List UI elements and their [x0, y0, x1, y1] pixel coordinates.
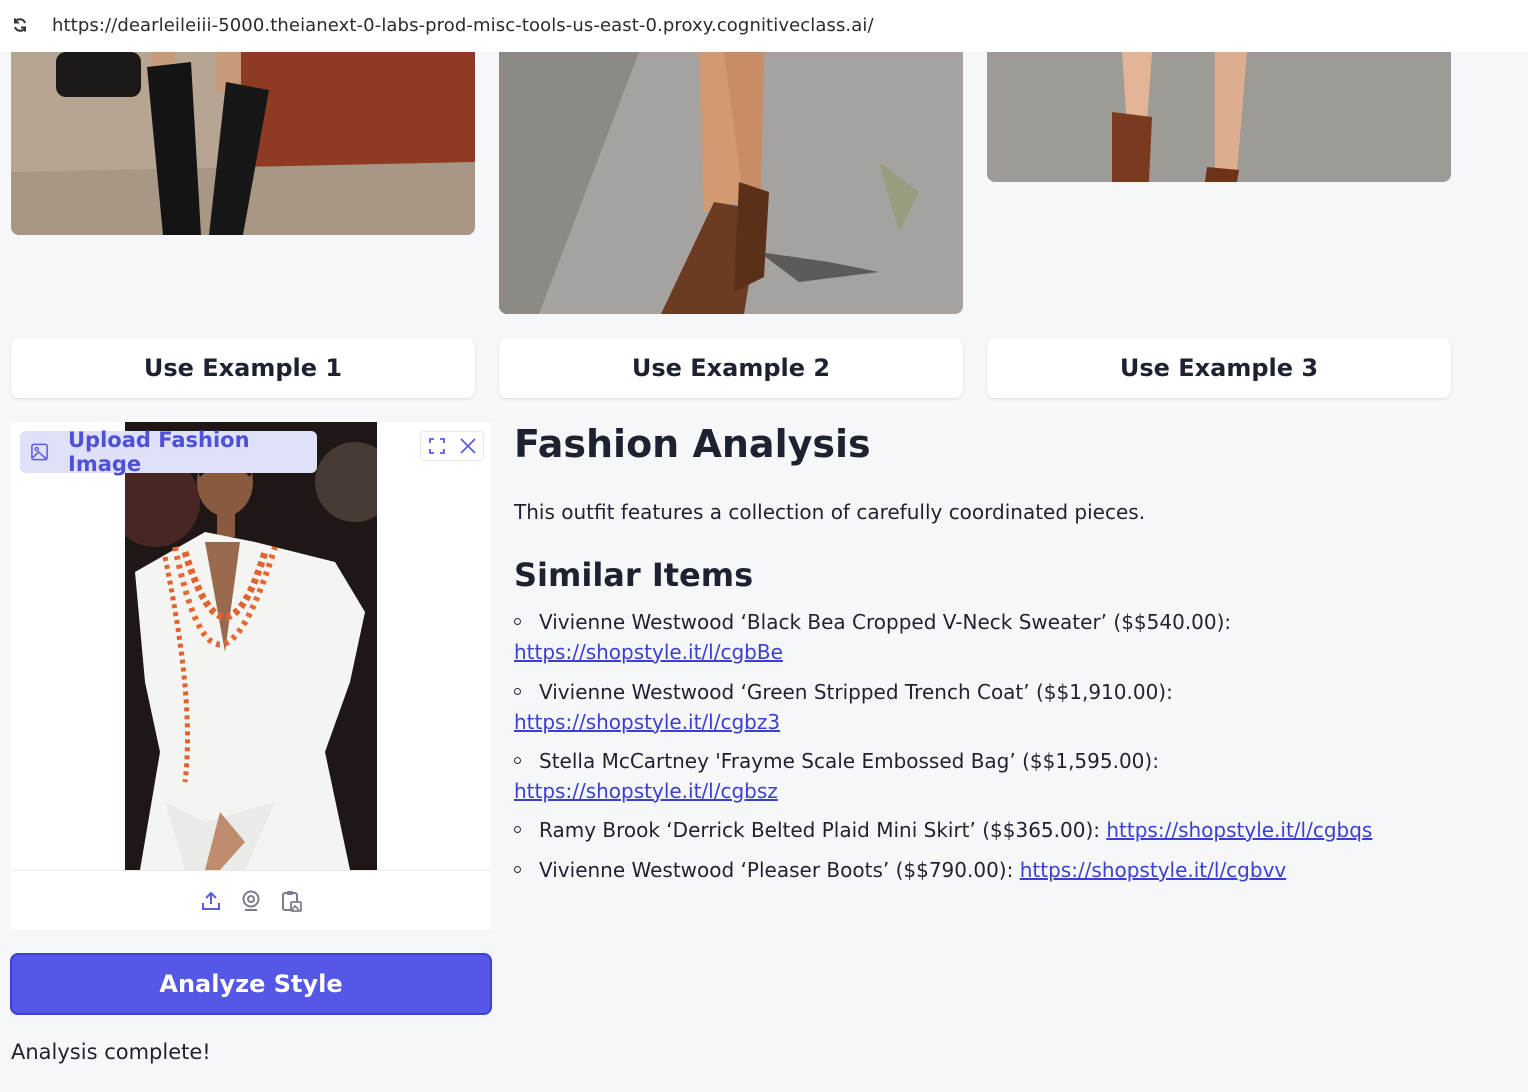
item-text: Vivienne Westwood ‘Black Bea Cropped V-N… — [539, 610, 1232, 634]
bullet-icon — [514, 826, 521, 833]
use-example-1-button[interactable]: Use Example 1 — [11, 338, 475, 398]
close-icon[interactable] — [459, 437, 477, 455]
upload-fashion-image-label[interactable]: Upload Fashion Image — [20, 428, 317, 476]
bullet-icon — [514, 757, 521, 764]
webcam-icon[interactable] — [239, 889, 263, 913]
upload-icon[interactable] — [199, 889, 223, 913]
item-link[interactable]: https://shopstyle.it/l/cgbvv — [1020, 858, 1287, 882]
result-description: This outfit features a collection of car… — [514, 500, 1146, 524]
uploaded-image — [125, 422, 377, 870]
bullet-icon — [514, 618, 521, 625]
item-link[interactable]: https://shopstyle.it/l/cgbqs — [1106, 818, 1372, 842]
similar-items-heading: Similar Items — [514, 556, 754, 594]
list-item: Vivienne Westwood ‘Black Bea Cropped V-N… — [514, 608, 1231, 667]
url-text[interactable]: https://dearleileiii-5000.theianext-0-la… — [52, 15, 874, 36]
upload-panel[interactable]: Upload Fashion Image — [11, 422, 491, 930]
use-example-3-button[interactable]: Use Example 3 — [987, 338, 1451, 398]
item-text: Stella McCartney 'Frayme Scale Embossed … — [539, 749, 1159, 773]
list-item: Stella McCartney 'Frayme Scale Embossed … — [514, 747, 1159, 806]
reload-icon[interactable] — [12, 17, 28, 33]
item-text: Vivienne Westwood ‘Pleaser Boots’ ($$790… — [539, 858, 1014, 882]
bullet-icon — [514, 688, 521, 695]
item-link[interactable]: https://shopstyle.it/l/cgbsz — [514, 779, 778, 803]
list-item: Vivienne Westwood ‘Pleaser Boots’ ($$790… — [514, 856, 1286, 886]
bullet-icon — [514, 866, 521, 873]
image-tools — [420, 431, 484, 461]
status-text: Analysis complete! — [11, 1040, 211, 1064]
list-item: Ramy Brook ‘Derrick Belted Plaid Mini Sk… — [514, 816, 1372, 846]
address-bar[interactable]: https://dearleileiii-5000.theianext-0-la… — [0, 0, 1528, 52]
example-image-2[interactable] — [499, 52, 963, 314]
example-image-3[interactable] — [987, 52, 1451, 182]
item-text: Ramy Brook ‘Derrick Belted Plaid Mini Sk… — [539, 818, 1101, 842]
fullscreen-icon[interactable] — [428, 437, 446, 455]
example-image-1[interactable] — [11, 52, 475, 235]
panel-divider — [11, 870, 491, 871]
item-link[interactable]: https://shopstyle.it/l/cgbBe — [514, 640, 783, 664]
item-link[interactable]: https://shopstyle.it/l/cgbz3 — [514, 710, 780, 734]
image-source-bar — [11, 882, 491, 920]
result-title: Fashion Analysis — [514, 422, 871, 466]
list-item: Vivienne Westwood ‘Green Stripped Trench… — [514, 678, 1173, 737]
clipboard-icon[interactable] — [279, 889, 303, 913]
item-text: Vivienne Westwood ‘Green Stripped Trench… — [539, 680, 1173, 704]
use-example-2-button[interactable]: Use Example 2 — [499, 338, 963, 398]
upload-label-text: Upload Fashion Image — [68, 428, 250, 476]
image-icon — [31, 443, 48, 461]
analyze-style-button[interactable]: Analyze Style — [10, 953, 492, 1015]
